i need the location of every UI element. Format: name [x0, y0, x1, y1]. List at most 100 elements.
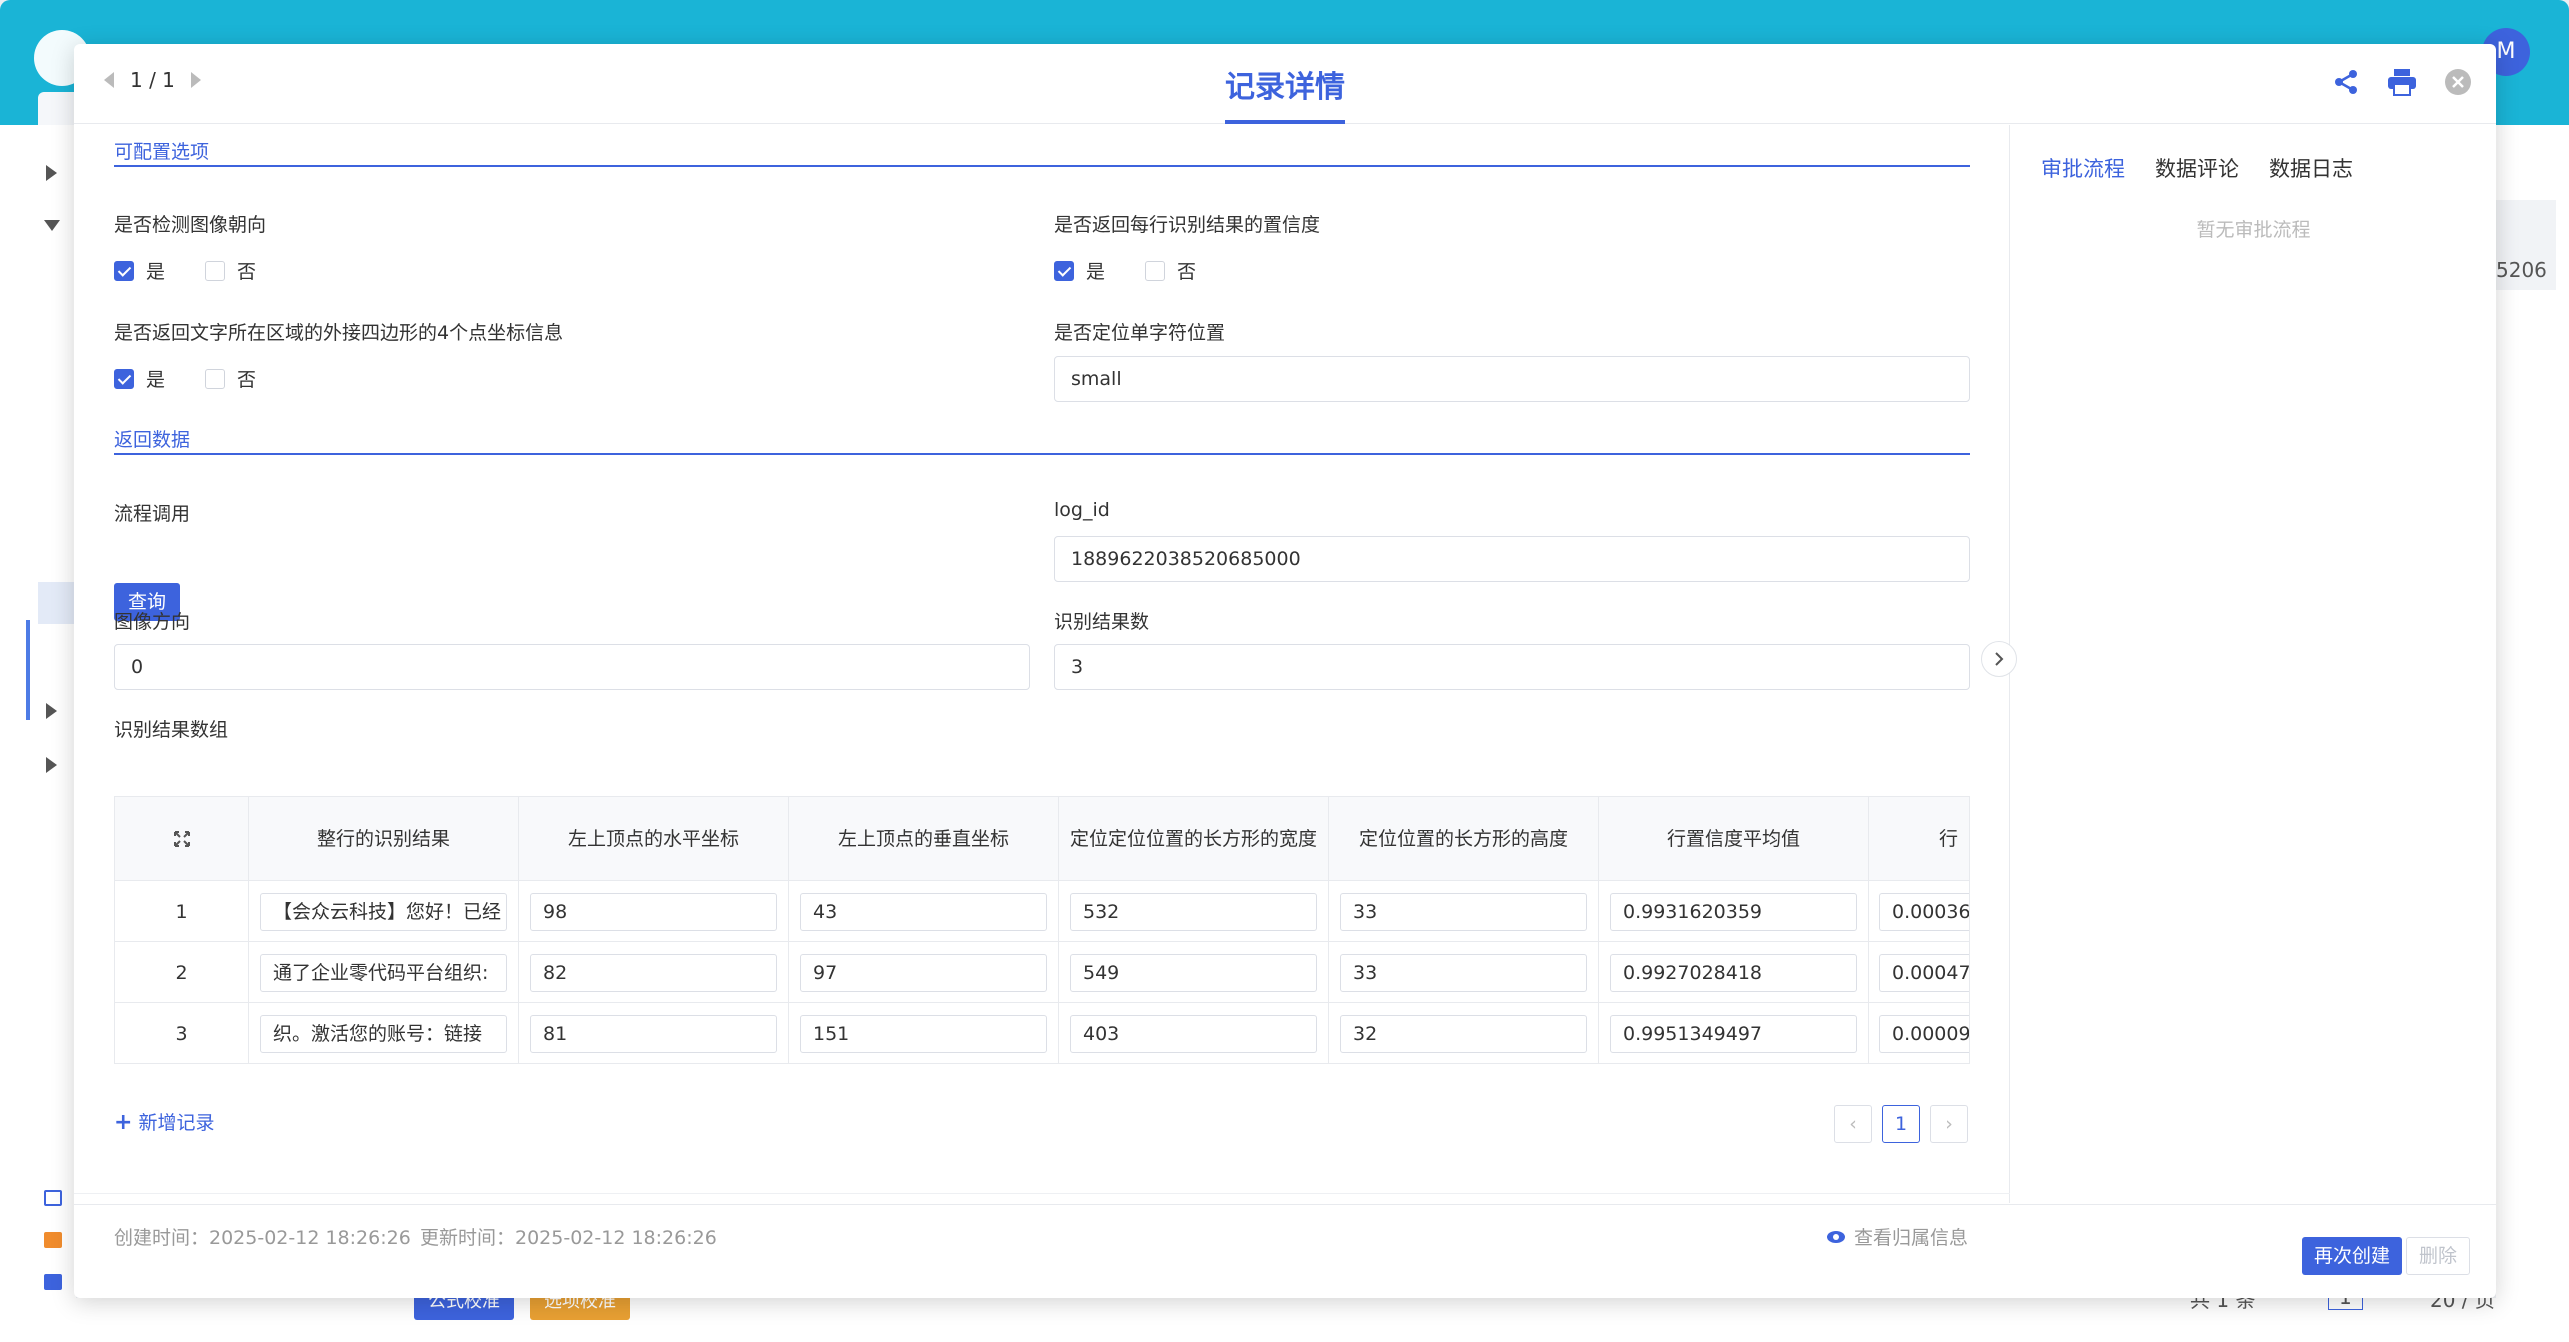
cell-input[interactable]: 81 — [530, 1014, 777, 1053]
cell-input[interactable]: 0.9927028418 — [1610, 953, 1857, 992]
share-icon[interactable] — [2330, 66, 2362, 98]
side-tabs: 审批流程 数据评论 数据日志 — [2041, 153, 2353, 183]
cell-input[interactable]: 82 — [530, 953, 777, 992]
cell-input[interactable]: 0.000093 — [1879, 1014, 1969, 1053]
title-underline — [1225, 120, 1345, 124]
field-label: 是否检测图像朝向 — [114, 214, 267, 236]
option-no[interactable]: 否 — [205, 257, 256, 284]
checkbox-checked-icon[interactable] — [114, 368, 134, 389]
option-yes[interactable]: 是 — [114, 257, 165, 284]
modal-title: 记录详情 — [1225, 70, 1345, 105]
folder-icon[interactable] — [44, 1274, 62, 1290]
tab-approval[interactable]: 审批流程 — [2041, 153, 2125, 183]
collapse-panel-button[interactable] — [1981, 641, 2017, 677]
cell-input[interactable]: 33 — [1340, 892, 1587, 931]
caret-right-icon[interactable] — [46, 757, 57, 773]
cell-input[interactable]: 43 — [800, 892, 1047, 931]
cell-input[interactable]: 403 — [1070, 1014, 1317, 1053]
table-header: 整行的识别结果 左上顶点的水平坐标 左上顶点的垂直坐标 定位定位位置的长方形的宽… — [115, 797, 1969, 881]
cell-input[interactable]: 33 — [1340, 953, 1587, 992]
expand-icon[interactable] — [115, 797, 249, 881]
option-yes[interactable]: 是 — [1054, 257, 1105, 284]
form-icon[interactable] — [44, 1190, 62, 1206]
cell-input[interactable]: 0.9931620359 — [1610, 892, 1857, 931]
record-form: 可配置选项 是否检测图像朝向 是 否 是否返回每行识别结果的置信度 是 否 是否… — [74, 125, 2010, 1249]
sidebar-item-selected[interactable] — [38, 582, 76, 624]
print-icon[interactable] — [2386, 66, 2418, 98]
app-bottom-bar — [0, 1298, 2569, 1342]
modal-footer: 再次创建 删除 — [74, 1204, 2496, 1298]
field-label: 是否返回文字所在区域的外接四边形的4个点坐标信息 — [114, 322, 564, 344]
tab-comments[interactable]: 数据评论 — [2155, 153, 2239, 183]
sidebar-scroll-indicator — [26, 620, 30, 720]
results-subtable: 整行的识别结果 左上顶点的水平坐标 左上顶点的垂直坐标 定位定位位置的长方形的宽… — [114, 796, 1970, 1064]
divider — [74, 1193, 2010, 1194]
page-number-button[interactable]: 1 — [1882, 1105, 1920, 1143]
column-header: 行置信度平均值 — [1599, 797, 1869, 881]
detect-direction-options: 是 否 — [114, 257, 256, 284]
option-no[interactable]: 否 — [205, 365, 256, 392]
row-index: 2 — [115, 942, 249, 1003]
table-cell-text: 5206 — [2496, 258, 2547, 282]
column-header: 整行的识别结果 — [249, 797, 519, 881]
log-id-input[interactable]: 1889622038520685000 — [1054, 536, 1970, 582]
empty-state: 暂无审批流程 — [2196, 219, 2311, 241]
recreate-button[interactable]: 再次创建 — [2301, 1237, 2402, 1275]
field-label: log_id — [1054, 499, 1110, 521]
checkbox-checked-icon[interactable] — [114, 260, 134, 281]
cell-input[interactable]: 32 — [1340, 1014, 1587, 1053]
section-config: 可配置选项 — [114, 133, 1970, 167]
app-content-right — [2496, 125, 2569, 1342]
field-label: 流程调用 — [114, 503, 191, 525]
cell-input[interactable]: 0.000479 — [1879, 953, 1969, 992]
prev-page-button[interactable]: ‹ — [1834, 1105, 1872, 1143]
cell-input[interactable]: 97 — [800, 953, 1047, 992]
section-title: 返回数据 — [114, 429, 191, 451]
table-row: 3 织。激活您的账号：链接 81 151 403 32 0.9951349497… — [115, 1003, 1969, 1063]
cell-input[interactable]: 151 — [800, 1014, 1047, 1053]
checkbox-icon[interactable] — [1145, 260, 1166, 281]
result-num-input[interactable]: 3 — [1054, 644, 1970, 690]
cell-input[interactable]: 98 — [530, 892, 777, 931]
cell-input[interactable]: 【会众云科技】您好！已经 — [260, 892, 507, 931]
checkbox-checked-icon[interactable] — [1054, 260, 1074, 281]
record-detail-modal: 1 / 1 记录详情 可配置选项 是否检测图像朝向 是 否 是否返回每行识别结果… — [74, 44, 2496, 1298]
caret-right-icon[interactable] — [46, 165, 57, 181]
column-header: 定位定位位置的长方形的宽度 — [1059, 797, 1329, 881]
add-record-button[interactable]: + 新增记录 — [114, 1108, 215, 1135]
char-position-input[interactable]: small — [1054, 356, 1970, 402]
field-label: 是否定位单字符位置 — [1054, 322, 1226, 344]
cell-input[interactable]: 0.000367 — [1879, 892, 1969, 931]
cell-input[interactable]: 532 — [1070, 892, 1317, 931]
cell-input[interactable]: 0.9951349497 — [1610, 1014, 1857, 1053]
vertexes-options: 是 否 — [114, 365, 256, 392]
app-sidebar — [0, 125, 76, 1342]
checkbox-icon[interactable] — [205, 368, 226, 389]
column-header: 行 — [1939, 828, 1959, 850]
table-row: 1 【会众云科技】您好！已经 98 43 532 33 0.9931620359… — [115, 881, 1969, 942]
tab-logs[interactable]: 数据日志 — [2269, 153, 2353, 183]
table-icon[interactable] — [44, 1232, 62, 1248]
caret-down-icon[interactable] — [44, 220, 60, 231]
checkbox-icon[interactable] — [205, 260, 226, 281]
cell-input[interactable]: 通了企业零代码平台组织: — [260, 953, 507, 992]
row-index: 1 — [115, 881, 249, 942]
section-title: 可配置选项 — [114, 141, 210, 163]
close-icon[interactable] — [2442, 66, 2474, 98]
field-label: 是否返回每行识别结果的置信度 — [1054, 214, 1321, 236]
plus-icon: + — [114, 1110, 133, 1135]
field-label: 识别结果数 — [1054, 611, 1150, 633]
option-yes[interactable]: 是 — [114, 365, 165, 392]
probability-options: 是 否 — [1054, 257, 1196, 284]
delete-button[interactable]: 删除 — [2405, 1237, 2470, 1275]
column-header: 左上顶点的垂直坐标 — [789, 797, 1059, 881]
section-returned: 返回数据 — [114, 421, 1970, 455]
direction-input[interactable]: 0 — [114, 644, 1030, 690]
cell-input[interactable]: 549 — [1070, 953, 1317, 992]
option-no[interactable]: 否 — [1145, 257, 1196, 284]
caret-right-icon[interactable] — [46, 703, 57, 719]
modal-header: 1 / 1 记录详情 — [74, 44, 2496, 124]
cell-input[interactable]: 织。激活您的账号：链接 — [260, 1014, 507, 1053]
table-row: 2 通了企业零代码平台组织: 82 97 549 33 0.9927028418… — [115, 942, 1969, 1003]
next-page-button[interactable]: › — [1930, 1105, 1968, 1143]
